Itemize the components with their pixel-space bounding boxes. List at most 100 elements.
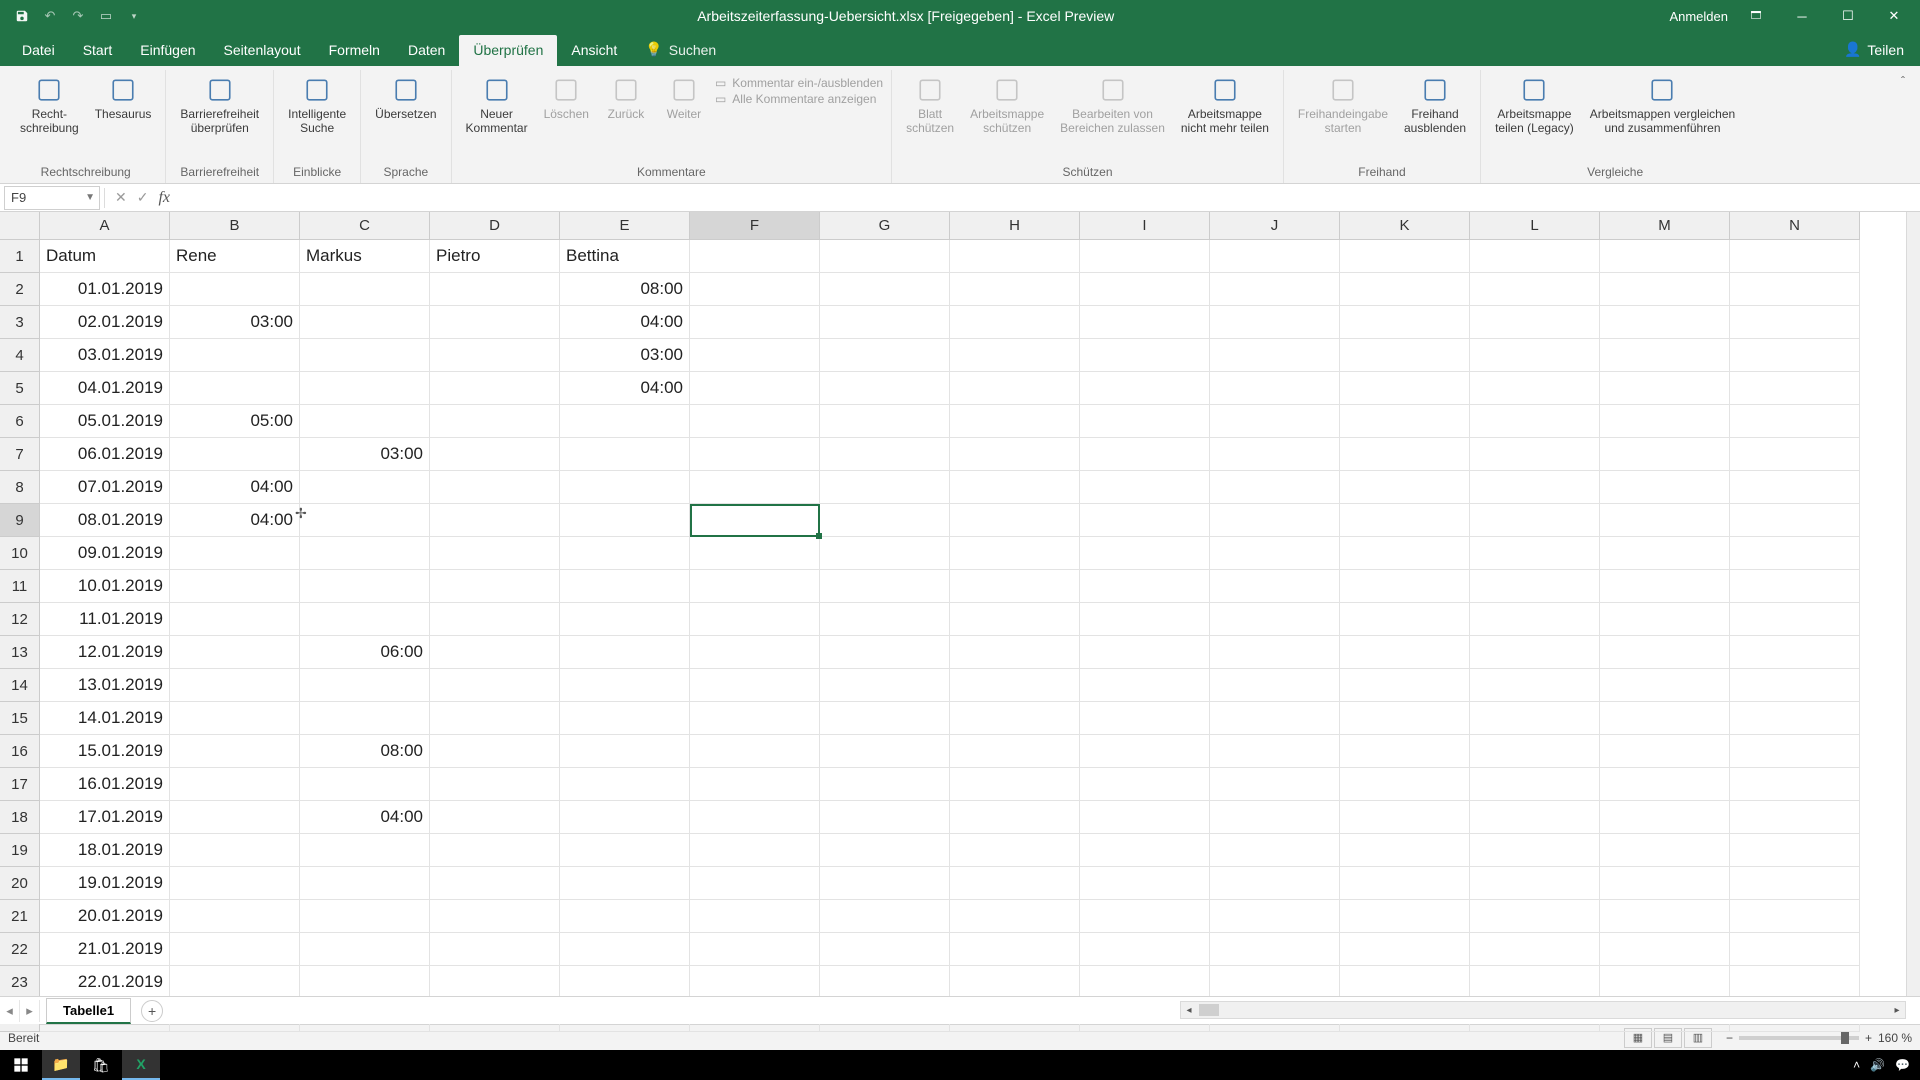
cell[interactable] <box>1080 438 1210 471</box>
cell[interactable] <box>950 900 1080 933</box>
cell[interactable] <box>820 636 950 669</box>
cell[interactable] <box>1730 273 1860 306</box>
cell[interactable] <box>1730 669 1860 702</box>
cell[interactable] <box>820 669 950 702</box>
cell[interactable] <box>300 372 430 405</box>
cell[interactable] <box>690 867 820 900</box>
cell[interactable]: 05.01.2019 <box>40 405 170 438</box>
column-header[interactable]: D <box>430 212 560 240</box>
cell[interactable]: 19.01.2019 <box>40 867 170 900</box>
column-header[interactable]: H <box>950 212 1080 240</box>
cell[interactable]: 20.01.2019 <box>40 900 170 933</box>
cell[interactable] <box>560 636 690 669</box>
cell[interactable] <box>950 867 1080 900</box>
cell[interactable] <box>950 834 1080 867</box>
row-header[interactable]: 18 <box>0 801 40 834</box>
ribbon-display-icon[interactable] <box>1738 0 1774 32</box>
cell[interactable] <box>300 834 430 867</box>
cell[interactable] <box>1470 240 1600 273</box>
column-header[interactable]: A <box>40 212 170 240</box>
cell[interactable] <box>950 537 1080 570</box>
cell[interactable]: Bettina <box>560 240 690 273</box>
cell[interactable] <box>1340 339 1470 372</box>
cell[interactable] <box>1340 834 1470 867</box>
tell-me-search[interactable]: 💡 Suchen <box>631 34 730 66</box>
cell[interactable]: 06:00 <box>300 636 430 669</box>
cell[interactable] <box>1470 636 1600 669</box>
cell[interactable] <box>950 735 1080 768</box>
cell[interactable]: 05:00 <box>170 405 300 438</box>
column-header[interactable]: K <box>1340 212 1470 240</box>
cell[interactable]: 11.01.2019 <box>40 603 170 636</box>
cell[interactable] <box>560 471 690 504</box>
sheet-tab[interactable]: Tabelle1 <box>46 998 131 1024</box>
cell[interactable] <box>430 504 560 537</box>
cell[interactable]: 03.01.2019 <box>40 339 170 372</box>
cell[interactable] <box>430 933 560 966</box>
cell[interactable] <box>1340 933 1470 966</box>
cell[interactable] <box>950 405 1080 438</box>
cell[interactable] <box>1210 504 1340 537</box>
cell[interactable] <box>560 405 690 438</box>
cell[interactable] <box>1600 240 1730 273</box>
cell[interactable] <box>1340 306 1470 339</box>
ribbon-button[interactable]: Arbeitsmappen vergleichenund zusammenfüh… <box>1584 72 1741 138</box>
cell[interactable] <box>1080 471 1210 504</box>
scroll-right-icon[interactable]: ▸ <box>1889 1002 1905 1018</box>
cell[interactable] <box>820 504 950 537</box>
cell[interactable] <box>950 801 1080 834</box>
cell[interactable] <box>1730 735 1860 768</box>
cell[interactable] <box>1600 471 1730 504</box>
cell[interactable]: 04:00 <box>170 471 300 504</box>
row-header[interactable]: 22 <box>0 933 40 966</box>
cell[interactable] <box>170 603 300 636</box>
cell[interactable] <box>1340 966 1470 999</box>
cell[interactable] <box>1340 570 1470 603</box>
cell[interactable] <box>1080 372 1210 405</box>
cell[interactable] <box>1730 636 1860 669</box>
cell[interactable] <box>690 537 820 570</box>
volume-icon[interactable]: 🔊 <box>1870 1058 1885 1072</box>
cell[interactable] <box>170 768 300 801</box>
cell[interactable] <box>1210 570 1340 603</box>
cell[interactable] <box>170 900 300 933</box>
cell[interactable] <box>820 900 950 933</box>
row-header[interactable]: 17 <box>0 768 40 801</box>
cell[interactable] <box>170 735 300 768</box>
horizontal-scrollbar[interactable]: ◂ ▸ <box>1180 1001 1906 1019</box>
cell[interactable] <box>300 867 430 900</box>
spreadsheet-grid[interactable]: ABCDEFGHIJKLMN 1234567891011121314151617… <box>0 212 1920 996</box>
cell[interactable] <box>1340 702 1470 735</box>
cell[interactable] <box>1600 537 1730 570</box>
cell[interactable] <box>300 537 430 570</box>
cell[interactable] <box>300 768 430 801</box>
cell[interactable] <box>1730 471 1860 504</box>
cell[interactable] <box>1080 636 1210 669</box>
cell[interactable]: 02.01.2019 <box>40 306 170 339</box>
cell[interactable] <box>1470 438 1600 471</box>
cell[interactable]: 03:00 <box>560 339 690 372</box>
scroll-left-icon[interactable]: ◂ <box>1181 1002 1197 1018</box>
cell[interactable] <box>1470 669 1600 702</box>
cell[interactable] <box>1340 603 1470 636</box>
cell[interactable]: 04:00 <box>560 306 690 339</box>
cell[interactable] <box>950 603 1080 636</box>
file-explorer-icon[interactable]: 📁 <box>42 1050 80 1080</box>
row-header[interactable]: 23 <box>0 966 40 999</box>
cell[interactable] <box>300 306 430 339</box>
cell[interactable] <box>690 603 820 636</box>
cell[interactable] <box>170 933 300 966</box>
cell[interactable] <box>1470 603 1600 636</box>
cell[interactable]: 07.01.2019 <box>40 471 170 504</box>
minimize-button[interactable]: ─ <box>1784 0 1820 32</box>
cell[interactable] <box>1600 372 1730 405</box>
row-header[interactable]: 2 <box>0 273 40 306</box>
cell[interactable]: 08:00 <box>560 273 690 306</box>
cell[interactable] <box>300 603 430 636</box>
cell[interactable] <box>1600 702 1730 735</box>
tray-up-icon[interactable]: ˄ <box>1853 1058 1860 1072</box>
cell[interactable] <box>1600 933 1730 966</box>
column-header[interactable]: G <box>820 212 950 240</box>
cell[interactable] <box>560 834 690 867</box>
column-header[interactable]: M <box>1600 212 1730 240</box>
